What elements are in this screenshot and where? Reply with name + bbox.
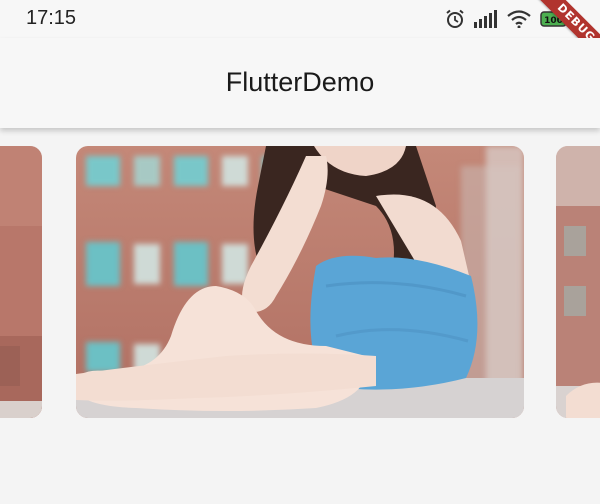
next-slide[interactable] (556, 146, 600, 418)
signal-icon (474, 10, 498, 28)
current-slide-image (76, 146, 524, 418)
image-carousel[interactable] (0, 128, 600, 504)
next-slide-image (556, 146, 600, 418)
current-slide[interactable] (76, 146, 524, 418)
previous-slide-image (0, 146, 42, 418)
status-bar: 17:15 100 (0, 0, 600, 38)
previous-slide[interactable] (0, 146, 42, 418)
status-time: 17:15 (26, 7, 77, 29)
app-bar: FlutterDemo (0, 38, 600, 128)
wifi-icon (507, 10, 531, 28)
alarm-icon (445, 9, 465, 29)
app-title: FlutterDemo (225, 67, 375, 97)
